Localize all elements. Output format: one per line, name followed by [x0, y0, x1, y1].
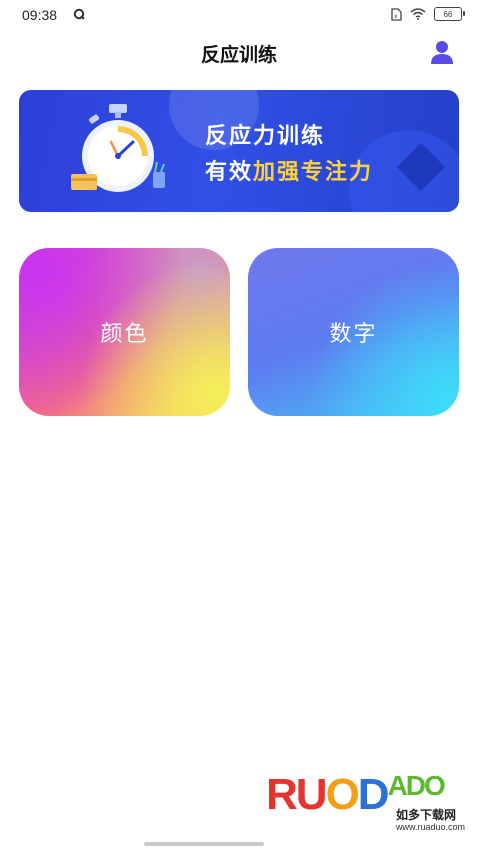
banner-subtitle: 有效加强专注力	[205, 154, 373, 186]
training-banner[interactable]: 反应力训练 有效加强专注力	[19, 90, 459, 212]
page-title: 反应训练	[200, 44, 277, 66]
watermark-letter: R	[266, 770, 298, 819]
banner-subtitle-highlight: 加强专注力	[253, 160, 374, 185]
wifi-icon	[410, 8, 426, 20]
number-training-card[interactable]: 数字	[248, 248, 459, 416]
home-indicator[interactable]	[144, 842, 264, 846]
svg-text:x: x	[394, 13, 398, 20]
number-card-label: 数字	[329, 322, 378, 347]
watermark-site-name: 如多下载网	[396, 808, 457, 822]
q-icon	[73, 8, 85, 20]
watermark-letter: ADO	[387, 770, 446, 801]
color-training-card[interactable]: 颜色	[19, 248, 230, 416]
battery-icon: 66	[434, 7, 465, 21]
watermark-letter: O	[325, 770, 360, 819]
watermark-logo: RUODADO 如多下载网 www.ruaduo.com	[266, 770, 466, 840]
sim-icon: x	[391, 7, 402, 21]
status-bar: 09:38 x 66	[0, 0, 478, 30]
user-icon[interactable]	[428, 38, 456, 66]
banner-subtitle-part1: 有效	[205, 160, 254, 185]
watermark-letter: U	[295, 770, 328, 819]
stopwatch-illustration	[71, 104, 165, 192]
status-icons: x 66	[391, 7, 465, 21]
status-time: 09:38	[22, 7, 58, 23]
watermark-letter: D	[357, 770, 390, 819]
color-card-label: 颜色	[100, 322, 149, 347]
banner-title: 反应力训练	[205, 124, 326, 149]
watermark-url: www.ruaduo.com	[396, 822, 466, 832]
